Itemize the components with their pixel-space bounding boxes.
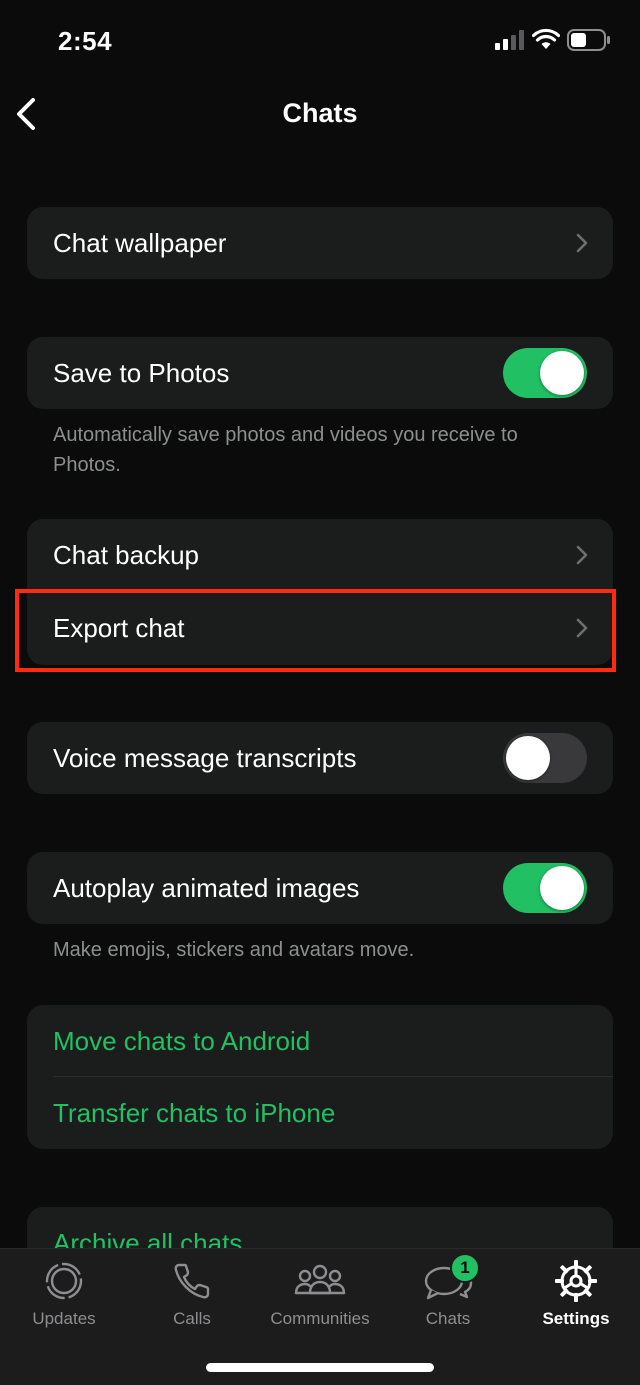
chevron-right-icon — [576, 233, 588, 253]
tab-updates[interactable]: Updates — [0, 1249, 128, 1349]
chevron-right-icon — [576, 618, 588, 638]
phone-icon — [174, 1263, 210, 1299]
voice-message-transcripts-label: Voice message transcripts — [53, 742, 357, 773]
move-chats-android-label: Move chats to Android — [53, 1025, 311, 1056]
move-chats-android-row[interactable]: Move chats to Android — [27, 1005, 613, 1077]
chat-wallpaper-label: Chat wallpaper — [53, 227, 227, 258]
export-chat-label: Export chat — [53, 612, 185, 643]
save-to-photos-row: Save to Photos — [27, 337, 613, 409]
save-to-photos-footnote: Automatically save photos and videos you… — [53, 424, 518, 476]
wallpaper-group: Chat wallpaper — [27, 207, 613, 279]
autoplay-animated-images-label: Autoplay animated images — [53, 872, 360, 903]
tab-calls-label: Calls — [173, 1309, 211, 1328]
autoplay-group: Autoplay animated images — [27, 852, 613, 924]
navigation-bar: Chats — [0, 82, 640, 146]
tab-settings-label: Settings — [542, 1309, 610, 1328]
communities-icon — [294, 1264, 346, 1295]
home-indicator[interactable] — [206, 1363, 434, 1372]
transcripts-group: Voice message transcripts — [27, 722, 613, 794]
status-bar: 2:54 — [0, 0, 640, 80]
save-to-photos-toggle[interactable] — [503, 348, 587, 398]
tab-chats-label: Chats — [425, 1309, 471, 1328]
save-to-photos-label: Save to Photos — [53, 357, 230, 388]
chat-backup-label: Chat backup — [53, 539, 199, 570]
chevron-right-icon — [576, 545, 588, 565]
tab-calls[interactable]: Calls — [128, 1249, 256, 1349]
chat-wallpaper-row[interactable]: Chat wallpaper — [27, 207, 613, 279]
transfer-group: Move chats to Android Transfer chats to … — [27, 1005, 613, 1149]
voice-message-transcripts-toggle[interactable] — [503, 733, 587, 783]
battery-icon — [567, 29, 610, 51]
tab-chats[interactable]: 1 Chats — [384, 1249, 512, 1349]
save-photos-group: Save to Photos — [27, 337, 613, 409]
tab-communities-label: Communities — [270, 1309, 370, 1328]
autoplay-animated-images-toggle[interactable] — [503, 863, 587, 913]
tab-communities[interactable]: Communities — [256, 1249, 384, 1349]
transfer-chats-iphone-label: Transfer chats to iPhone — [53, 1097, 336, 1128]
toggle-knob — [506, 736, 550, 780]
autoplay-animated-images-row: Autoplay animated images — [27, 852, 613, 924]
tab-settings[interactable]: Settings — [512, 1249, 640, 1349]
transfer-chats-iphone-row[interactable]: Transfer chats to iPhone — [27, 1077, 613, 1149]
tab-updates-label: Updates — [32, 1309, 96, 1328]
autoplay-footnote: Make emojis, stickers and avatars move. — [53, 939, 415, 961]
wifi-icon — [532, 28, 560, 49]
page-title: Chats — [282, 98, 358, 128]
cellular-signal-icon — [495, 30, 524, 50]
updates-icon — [45, 1262, 83, 1300]
status-time: 2:54 — [58, 26, 113, 56]
chats-settings-screen: 2:54 Chats Chat wallpaper Save to Photos… — [0, 0, 640, 1385]
voice-message-transcripts-row: Voice message transcripts — [27, 722, 613, 794]
toggle-knob — [540, 866, 584, 910]
export-chat-row[interactable]: Export chat — [27, 591, 613, 665]
toggle-knob — [540, 351, 584, 395]
chat-backup-row[interactable]: Chat backup — [27, 519, 613, 591]
gear-icon — [555, 1260, 597, 1302]
backup-group: Chat backup Export chat — [27, 519, 613, 665]
chats-unread-badge: 1 — [450, 1253, 480, 1283]
